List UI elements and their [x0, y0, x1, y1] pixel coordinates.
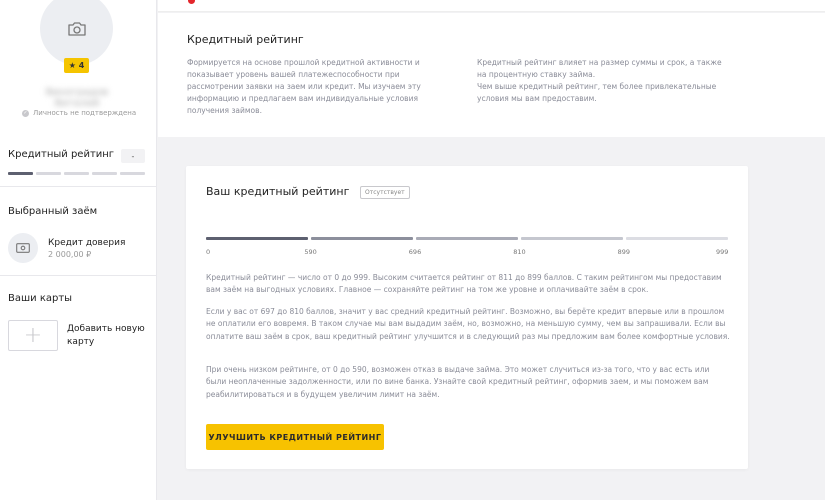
- sidebar-rating-value: -: [121, 149, 145, 163]
- verification-status: ✓ Личность не подтверждена: [22, 109, 136, 117]
- sidebar-cards-title: Ваши карты: [8, 293, 73, 304]
- rating-segment: [120, 172, 145, 175]
- scale-label: 899: [617, 248, 631, 256]
- scale-bars: [206, 237, 728, 240]
- add-card-label: Добавить новую карту: [67, 323, 145, 347]
- top-bar: [158, 0, 825, 12]
- rating-badge: ★ 4: [64, 58, 89, 73]
- scale-label: 590: [304, 248, 317, 256]
- check-icon: ✓: [22, 109, 29, 117]
- selected-loan-item[interactable]: Кредит доверия 2 000,00 ₽: [8, 233, 125, 263]
- scale-labels: 0 590 696 810 899 999: [206, 248, 728, 260]
- divider: [0, 275, 157, 276]
- loan-name: Кредит доверия: [48, 237, 126, 248]
- info-title: Кредитный рейтинг: [187, 33, 304, 46]
- plus-icon: +: [8, 320, 58, 351]
- scale-label: 999: [716, 248, 729, 256]
- sidebar-credit-rating-title[interactable]: Кредитный рейтинг: [8, 149, 114, 160]
- info-panel: Кредитный рейтинг Формируется на основе …: [158, 13, 825, 137]
- sidebar-rating-scale: [8, 172, 145, 175]
- card-title: Ваш кредитный рейтинг: [206, 185, 350, 198]
- user-name: Виноградов Виталий: [45, 87, 109, 109]
- info-description-right: Кредитный рейтинг влияет на размер суммы…: [477, 57, 732, 105]
- avatar[interactable]: [40, 0, 113, 65]
- rating-paragraph-low: При очень низком рейтинге, от 0 до 590, …: [206, 365, 710, 399]
- sidebar: ★ 4 Виноградов Виталий ✓ Личность не под…: [0, 0, 157, 500]
- scale-segment-3: [416, 237, 518, 240]
- verification-text: Личность не подтверждена: [33, 109, 137, 117]
- scale-segment-2: [311, 237, 413, 240]
- info-description-left: Формируется на основе прошлой кредитной …: [187, 58, 421, 115]
- scale-label: 696: [408, 248, 422, 256]
- add-card-button[interactable]: + Добавить новую карту: [8, 320, 153, 351]
- rating-scale: 0 590 696 810 899 999: [206, 237, 728, 260]
- camera-icon: [67, 21, 86, 36]
- scale-segment-5: [626, 237, 728, 240]
- credit-rating-card: Ваш кредитный рейтинг Отсутствует 0 590 69…: [186, 166, 748, 469]
- rating-segment: [8, 172, 33, 175]
- scale-segment-1: [206, 237, 308, 240]
- rating-paragraph-high: Кредитный рейтинг — число от 0 до 999. В…: [206, 273, 722, 295]
- money-icon: [8, 233, 38, 263]
- scale-segment-4: [521, 237, 623, 240]
- info-right-line-2: Чем выше кредитный рейтинг, тем более пр…: [477, 82, 717, 103]
- rating-segment: [92, 172, 117, 175]
- scale-label: 810: [513, 248, 526, 256]
- scale-label: 0: [206, 248, 211, 256]
- info-right-line-1: Кредитный рейтинг влияет на размер суммы…: [477, 58, 722, 79]
- rating-segment: [64, 172, 89, 175]
- sidebar-selected-loan-title: Выбранный заём: [8, 206, 98, 217]
- loan-amount: 2 000,00 ₽: [48, 249, 92, 259]
- background-strip: [752, 138, 825, 500]
- rating-segment: [36, 172, 61, 175]
- rating-paragraph-medium: Если у вас от 697 до 810 баллов, значит …: [206, 307, 730, 341]
- status-badge: Отсутствует: [360, 186, 410, 199]
- improve-rating-button[interactable]: УЛУЧШИТЬ КРЕДИТНЫЙ РЕЙТИНГ: [206, 424, 384, 450]
- divider: [0, 186, 157, 187]
